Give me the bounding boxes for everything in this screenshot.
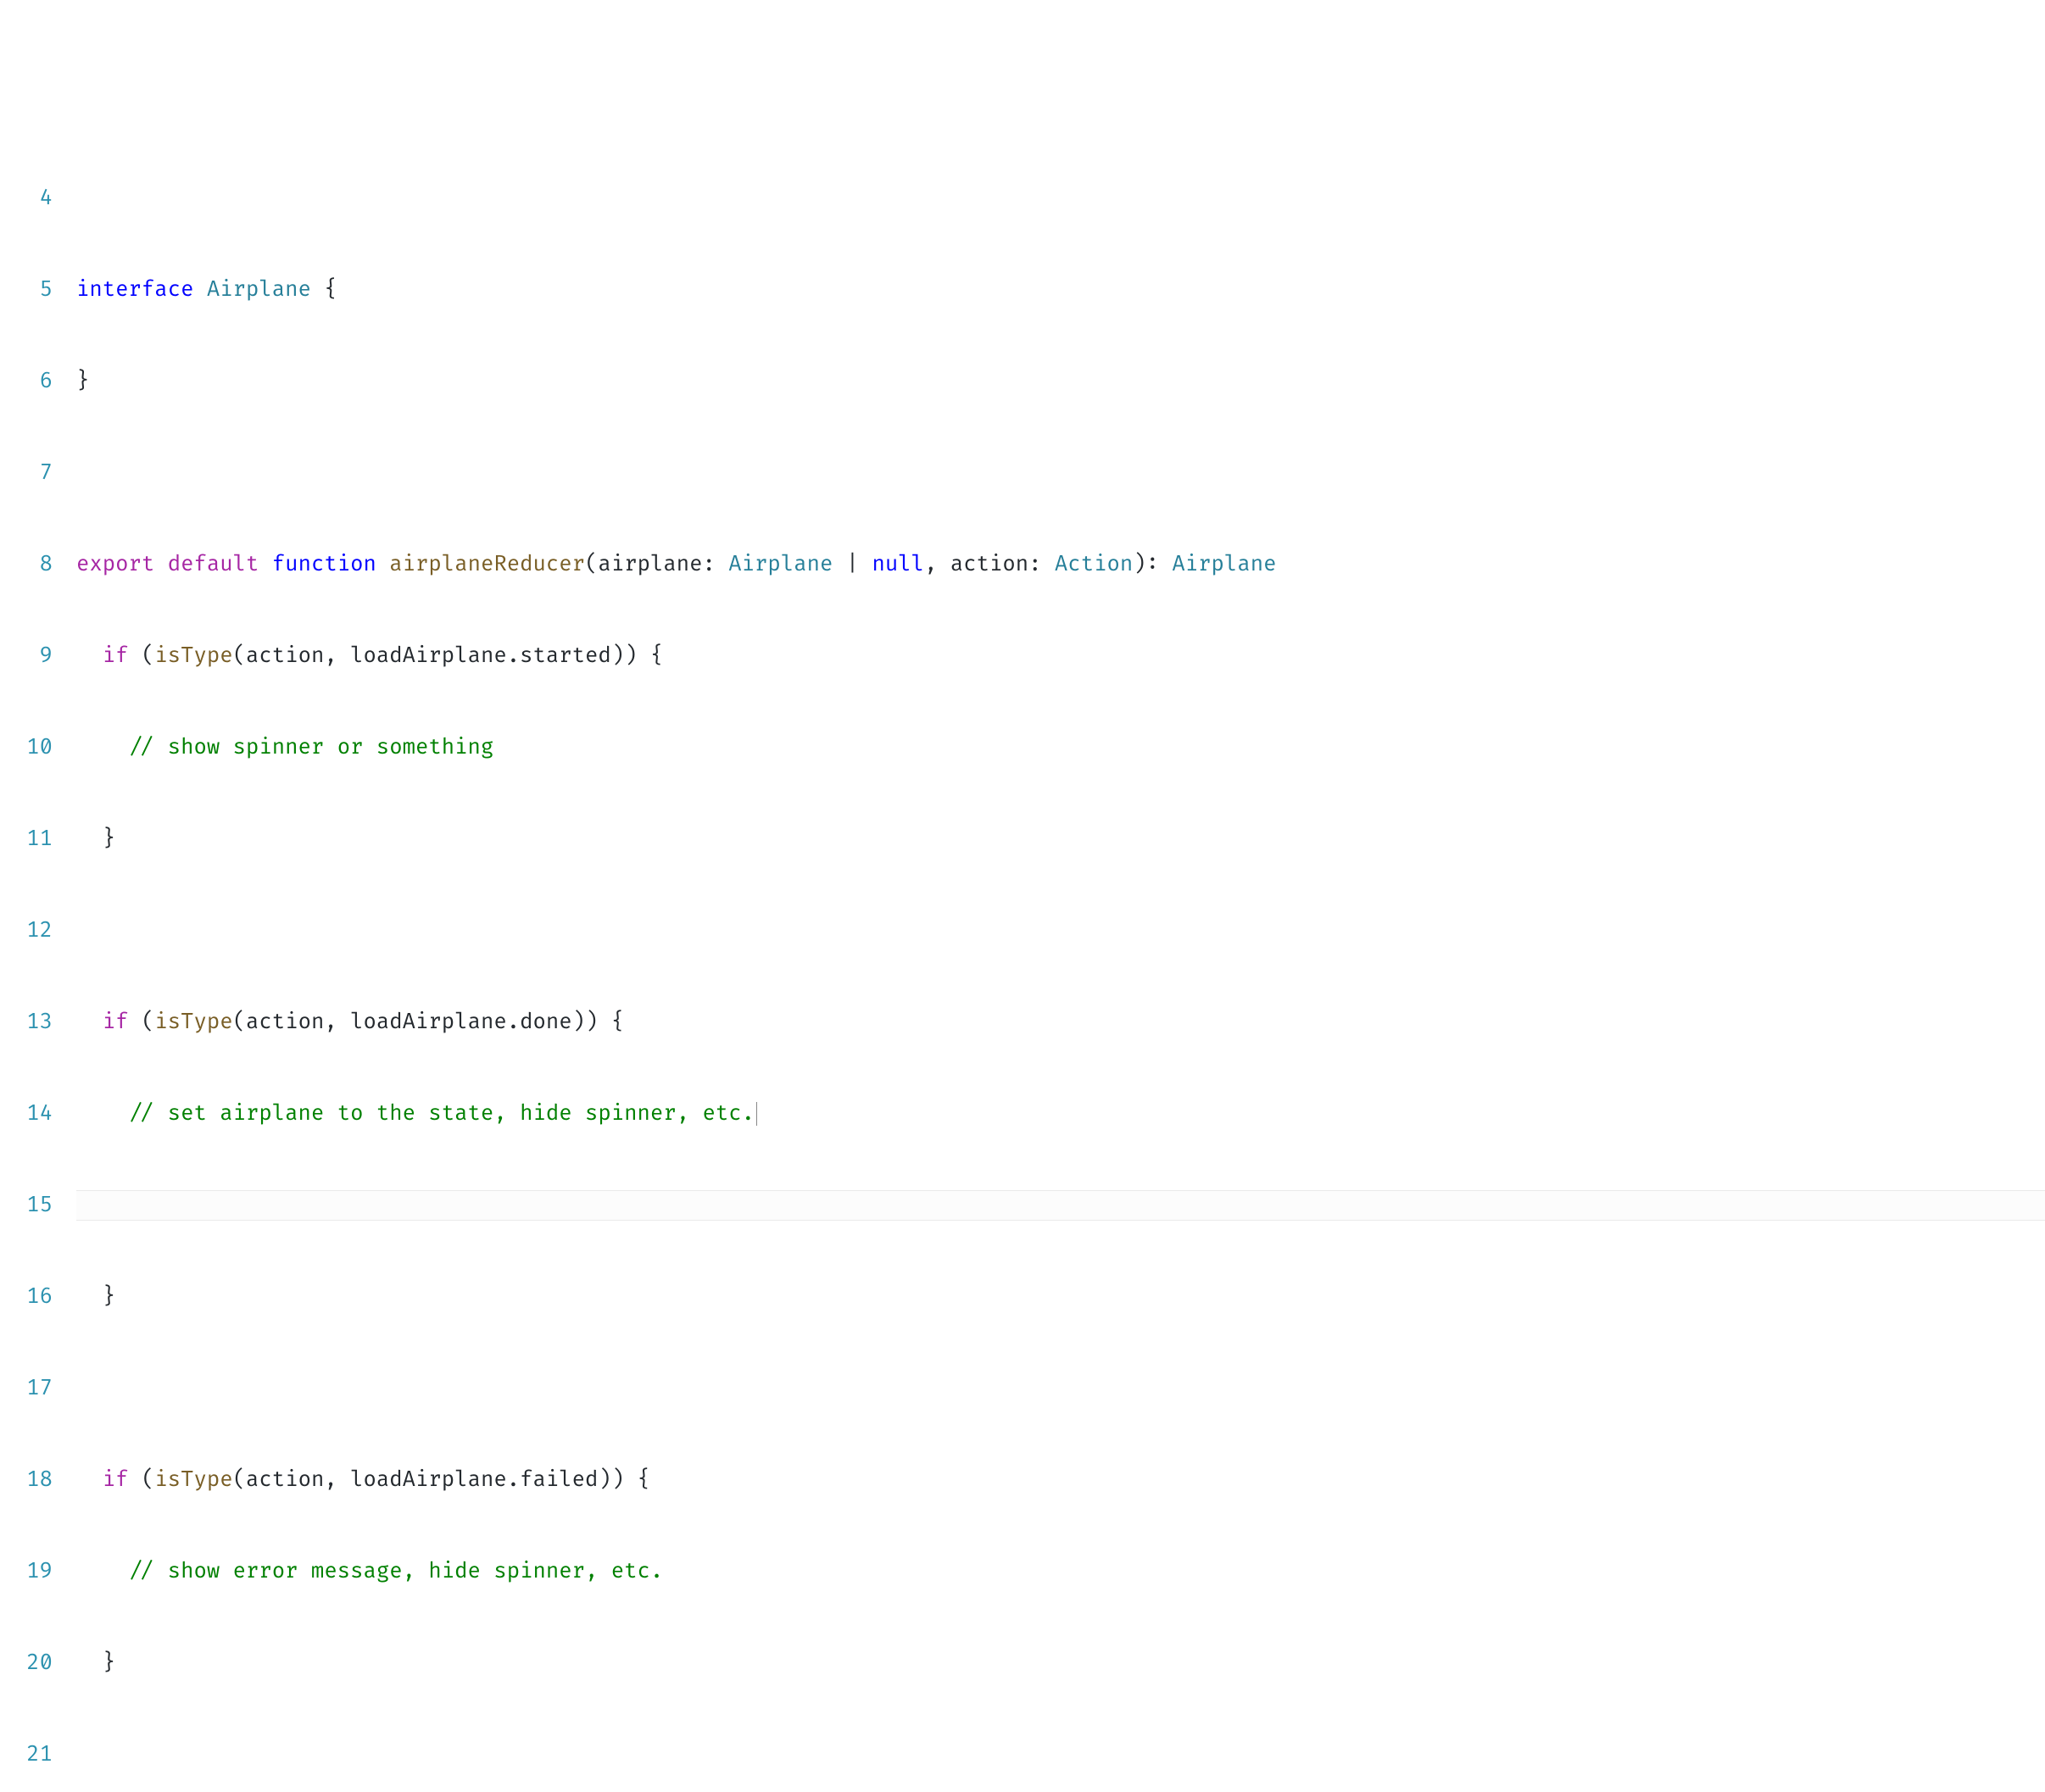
line-number: 13	[0, 1007, 53, 1038]
indent	[76, 1100, 129, 1127]
indent	[76, 1558, 129, 1584]
code-line[interactable]: interface Airplane {	[76, 275, 2045, 305]
code-line[interactable]	[76, 1373, 2045, 1404]
code-editor[interactable]: 4 5 6 7 8 9 10 11 12 13 14 15 16 17 18 1…	[0, 122, 2045, 1792]
text-cursor-icon	[756, 1102, 757, 1126]
keyword-function: function	[272, 551, 376, 577]
brace: }	[76, 368, 89, 394]
brace: )) {	[611, 643, 664, 669]
line-number-gutter: 4 5 6 7 8 9 10 11 12 13 14 15 16 17 18 1…	[0, 122, 76, 1792]
function-call: isType	[154, 643, 232, 669]
type-name: Airplane	[207, 276, 311, 303]
type-name: Action	[1055, 551, 1133, 577]
keyword-null: null	[872, 551, 925, 577]
brace: {	[311, 276, 337, 303]
code-line[interactable]: if (isType(action, loadAirplane.failed))…	[76, 1465, 2045, 1495]
code-content[interactable]: interface Airplane { } export default fu…	[76, 122, 2045, 1792]
space	[154, 551, 167, 577]
keyword-if: if	[103, 1009, 129, 1035]
line-number: 12	[0, 915, 53, 946]
brace: }	[103, 826, 115, 852]
brace: )) {	[572, 1009, 625, 1035]
code-line[interactable]: // show error message, hide spinner, etc…	[76, 1556, 2045, 1587]
code-line[interactable]: // set airplane to the state, hide spinn…	[76, 1099, 2045, 1129]
comment: // show error message, hide spinner, etc…	[129, 1558, 664, 1584]
property: failed	[520, 1466, 598, 1493]
comment: // show spinner or something	[129, 734, 494, 760]
space	[376, 551, 389, 577]
line-number: 11	[0, 824, 53, 854]
code-line[interactable]: }	[76, 824, 2045, 854]
brace: }	[103, 1283, 115, 1310]
indent	[76, 643, 103, 669]
property: started	[520, 643, 611, 669]
code-line[interactable]	[76, 458, 2045, 488]
paren: (airplane:	[585, 551, 728, 577]
function-call: isType	[154, 1466, 232, 1493]
line-number: 20	[0, 1648, 53, 1678]
line-number: 18	[0, 1465, 53, 1495]
indent	[76, 1009, 103, 1035]
code-line[interactable]	[76, 915, 2045, 946]
line-number: 16	[0, 1282, 53, 1312]
keyword-interface: interface	[76, 276, 193, 303]
args: (action, loadAirplane.	[233, 1466, 520, 1493]
line-number: 5	[0, 275, 53, 305]
code-line[interactable]: }	[76, 1648, 2045, 1678]
indent	[76, 734, 129, 760]
code-line-active[interactable]	[76, 1190, 2045, 1221]
line-number: 19	[0, 1556, 53, 1587]
pipe: |	[833, 551, 872, 577]
line-number: 7	[0, 458, 53, 488]
function-name: airplaneReducer	[389, 551, 585, 577]
indent	[76, 1650, 103, 1676]
code-line[interactable]	[76, 183, 2045, 214]
line-number: 10	[0, 732, 53, 763]
line-number: 6	[0, 366, 53, 397]
brace: }	[103, 1650, 115, 1676]
indent	[76, 826, 103, 852]
paren: (	[129, 1009, 155, 1035]
paren: ):	[1133, 551, 1172, 577]
indent	[76, 1283, 103, 1310]
brace: )) {	[598, 1466, 650, 1493]
line-number: 14	[0, 1099, 53, 1129]
keyword-export: export	[76, 551, 154, 577]
code-line[interactable]	[76, 1739, 2045, 1770]
args: (action, loadAirplane.	[233, 643, 520, 669]
keyword-default: default	[168, 551, 259, 577]
type-name: Airplane	[1172, 551, 1276, 577]
code-line[interactable]: }	[76, 1282, 2045, 1312]
line-number: 15	[0, 1190, 53, 1221]
args: (action, loadAirplane.	[233, 1009, 520, 1035]
paren: (	[129, 1466, 155, 1493]
line-number: 21	[0, 1739, 53, 1770]
line-number: 8	[0, 549, 53, 580]
line-number: 4	[0, 183, 53, 214]
comma: , action:	[924, 551, 1055, 577]
function-call: isType	[154, 1009, 232, 1035]
keyword-if: if	[103, 1466, 129, 1493]
space	[193, 276, 206, 303]
property: done	[520, 1009, 572, 1035]
comment: // set airplane to the state, hide spinn…	[129, 1100, 755, 1127]
code-line[interactable]: if (isType(action, loadAirplane.done)) {	[76, 1007, 2045, 1038]
line-number: 17	[0, 1373, 53, 1404]
space	[259, 551, 271, 577]
code-line[interactable]: // show spinner or something	[76, 732, 2045, 763]
code-line[interactable]: if (isType(action, loadAirplane.started)…	[76, 641, 2045, 671]
code-line[interactable]: }	[76, 366, 2045, 397]
type-name: Airplane	[728, 551, 833, 577]
code-line[interactable]: export default function airplaneReducer(…	[76, 549, 2045, 580]
paren: (	[129, 643, 155, 669]
keyword-if: if	[103, 643, 129, 669]
line-number: 9	[0, 641, 53, 671]
indent	[76, 1466, 103, 1493]
